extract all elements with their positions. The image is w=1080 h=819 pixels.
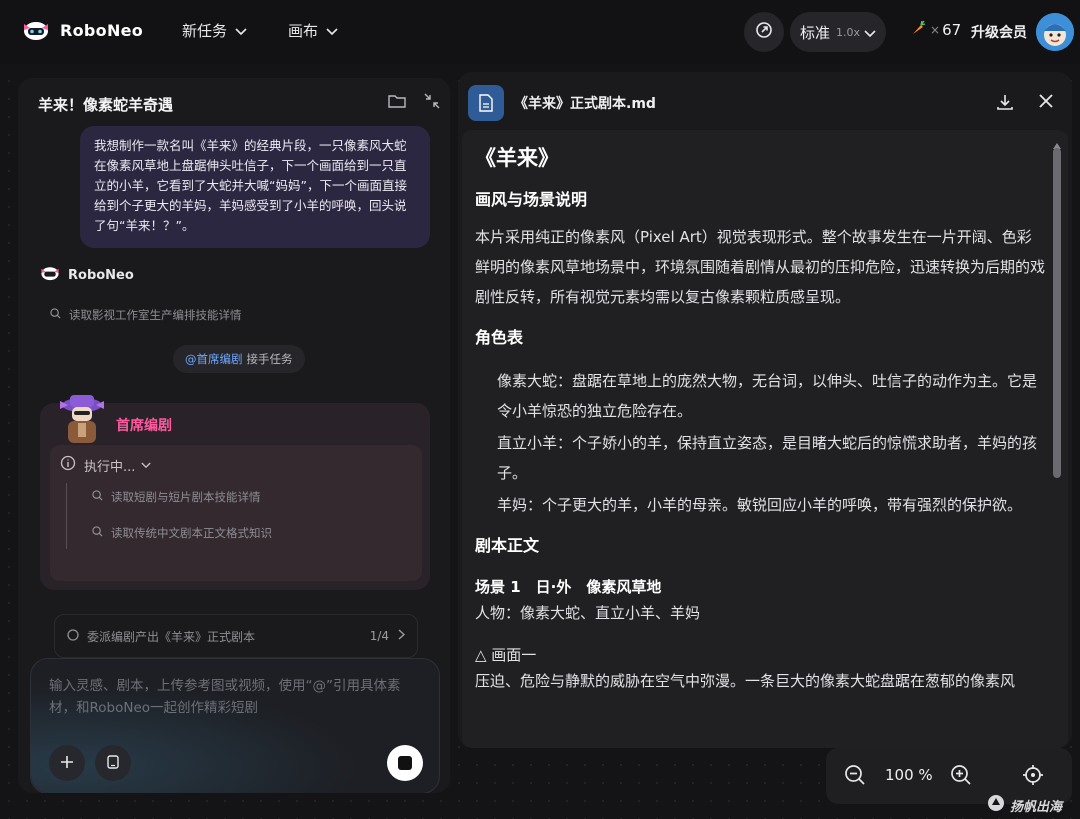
document-body: 《羊来》 画风与场景说明 本片采用纯正的像素风（Pixel Art）视觉表现形式… [462, 130, 1068, 748]
exec-step-text: 读取传统中文剧本正文格式知识 [111, 526, 272, 540]
agent-mention[interactable]: @首席编剧 [185, 351, 243, 367]
frame-text: 压迫、危险与静默的威胁在空气中弥漫。一条巨大的像素大蛇盘踞在葱郁的像素风 [475, 672, 1016, 690]
scene-characters: 人物：像素大蛇、直立小羊、羊妈 [475, 604, 701, 622]
new-task-label: 新任务 [182, 22, 228, 40]
document-file-icon [468, 85, 504, 121]
prompt-composer: 输入灵感、剧本，上传参考图或视频，使用“@”引用具体素材，和RoboNeo一起创… [30, 658, 440, 793]
scrollbar-thumb[interactable] [1053, 148, 1061, 478]
role-item: 直立小羊：个子娇小的羊，保持直立姿态，是目睹大蛇后的惊慌求助者，羊妈的孩子。 [497, 434, 1038, 482]
agent-name: 首席编剧 [116, 418, 172, 434]
tool-call-row[interactable]: 读取影视工作室生产编排技能详情 [50, 307, 242, 323]
chevron-down-icon [235, 22, 247, 40]
stop-icon [398, 756, 412, 770]
zoom-level: 100 % [885, 766, 933, 784]
paragraph: 本片采用纯正的像素风（Pixel Art）视觉表现形式。整个故事发生在一片开阔、… [475, 228, 1046, 306]
watermark-logo-icon [986, 794, 1006, 816]
canvas-menu[interactable]: 画布 [288, 20, 338, 41]
document-title: 《羊来》 [475, 146, 559, 170]
task-progress-bar[interactable]: 委派编剧产出《羊来》正式剧本 1/4 [54, 614, 418, 658]
roboneo-logo-icon [22, 18, 50, 42]
carrot-icon [910, 20, 926, 40]
tool-call-text: 读取影视工作室生产编排技能详情 [69, 308, 242, 322]
frame-heading: △ 画面一 [475, 646, 537, 664]
bot-header: RoboNeo [40, 264, 134, 286]
share-button[interactable] [744, 12, 784, 52]
info-icon [60, 455, 76, 475]
search-icon [92, 526, 103, 540]
chevron-right-icon [398, 629, 406, 643]
device-button[interactable] [95, 745, 131, 781]
section-heading: 角色表 [475, 328, 524, 347]
user-message-text: 我想制作一款名叫《羊来》的经典片段，一只像素风大蛇在像素风草地上盘踞伸头吐信子，… [94, 138, 407, 233]
task-page: 1/4 [369, 629, 389, 643]
app-name: RoboNeo [60, 20, 144, 40]
execution-box: 执行中... 读取短剧与短片剧本技能详情 读取传统中文剧本正文格式知识 [50, 445, 422, 581]
exec-step[interactable]: 读取传统中文剧本正文格式知识 [92, 525, 272, 541]
section-heading: 剧本正文 [475, 536, 540, 555]
handoff-badge: @首席编剧 接手任务 [173, 345, 305, 373]
mode-selector[interactable]: 标准 1.0x [790, 12, 886, 52]
zoom-in-icon[interactable] [950, 764, 972, 790]
document-header: 《羊来》正式剧本.md [458, 72, 1072, 130]
execution-status: 执行中... [84, 459, 136, 475]
project-title: 羊来！像素蛇羊奇遇 [38, 96, 174, 114]
task-text: 委派编剧产出《羊来》正式剧本 [87, 629, 256, 644]
top-bar: RoboNeo 新任务 画布 标准 1.0x × 67 升级会员 [0, 0, 1080, 64]
document-panel: 《羊来》正式剧本.md 《羊来》 画风与场景说明 本片采用纯正的像素风（Pixe… [458, 72, 1072, 748]
section-heading: 画风与场景说明 [475, 190, 588, 209]
scroll-up-icon[interactable] [1053, 134, 1061, 149]
plus-icon [60, 754, 74, 773]
chevron-down-icon [141, 458, 152, 473]
search-icon [92, 490, 103, 504]
upgrade-button[interactable]: 升级会员 [971, 22, 1027, 42]
scene-heading: 场景 1 日·外 像素风草地 [475, 578, 662, 596]
download-icon[interactable] [996, 93, 1014, 115]
recenter-icon[interactable] [1022, 764, 1044, 790]
chevron-down-icon [864, 23, 876, 42]
execution-status-toggle[interactable]: 执行中... [60, 455, 152, 475]
chevron-down-icon [326, 22, 338, 40]
new-task-menu[interactable]: 新任务 [182, 20, 247, 41]
credits-multiplier: × [930, 23, 941, 37]
prompt-input[interactable]: 输入灵感、剧本，上传参考图或视频，使用“@”引用具体素材，和RoboNeo一起创… [49, 675, 419, 719]
user-message-bubble: 我想制作一款名叫《羊来》的经典片段，一只像素风大蛇在像素风草地上盘踞伸头吐信子，… [80, 126, 430, 248]
mode-label: 标准 [800, 23, 831, 42]
close-icon[interactable] [1038, 93, 1054, 113]
app-logo[interactable]: RoboNeo [22, 18, 143, 42]
watermark: 扬帆出海 [986, 794, 1062, 816]
bot-name: RoboNeo [68, 267, 134, 283]
document-filename: 《羊来》正式剧本.md [514, 96, 656, 112]
timeline-line [66, 483, 67, 549]
document-content: 《羊来》 画风与场景说明 本片采用纯正的像素风（Pixel Art）视觉表现形式… [475, 142, 1045, 694]
exec-step-text: 读取短剧与短片剧本技能详情 [111, 490, 261, 504]
collapse-icon[interactable] [424, 93, 440, 113]
canvas-label: 画布 [288, 22, 319, 40]
phone-icon [107, 754, 119, 773]
credits-count: 67 [942, 21, 962, 39]
exec-step[interactable]: 读取短剧与短片剧本技能详情 [92, 489, 261, 505]
folder-icon[interactable] [388, 93, 406, 113]
credits-counter[interactable]: × 67 [910, 20, 961, 40]
stop-button[interactable] [387, 745, 423, 781]
handoff-text: 接手任务 [246, 352, 293, 366]
loading-circle-icon [67, 628, 79, 644]
chat-panel: 羊来！像素蛇羊奇遇 我想制作一款名叫《羊来》的经典片段，一只像素风大蛇在像素风草… [18, 78, 450, 793]
search-icon [50, 308, 61, 322]
mode-speed: 1.0x [836, 25, 861, 39]
screenwriter-avatar-icon [54, 389, 110, 445]
roboneo-avatar-icon [40, 264, 60, 286]
user-avatar[interactable] [1036, 13, 1074, 51]
watermark-text: 扬帆出海 [1010, 799, 1063, 815]
add-button[interactable] [49, 745, 85, 781]
share-icon [755, 21, 773, 43]
role-item: 像素大蛇：盘踞在草地上的庞然大物，无台词，以伸头、吐信子的动作为主。它是令小羊惊… [497, 372, 1038, 420]
zoom-out-icon[interactable] [844, 764, 866, 790]
role-item: 羊妈：个子更大的羊，小羊的母亲。敏锐回应小羊的呼唤，带有强烈的保护欲。 [497, 496, 1023, 514]
